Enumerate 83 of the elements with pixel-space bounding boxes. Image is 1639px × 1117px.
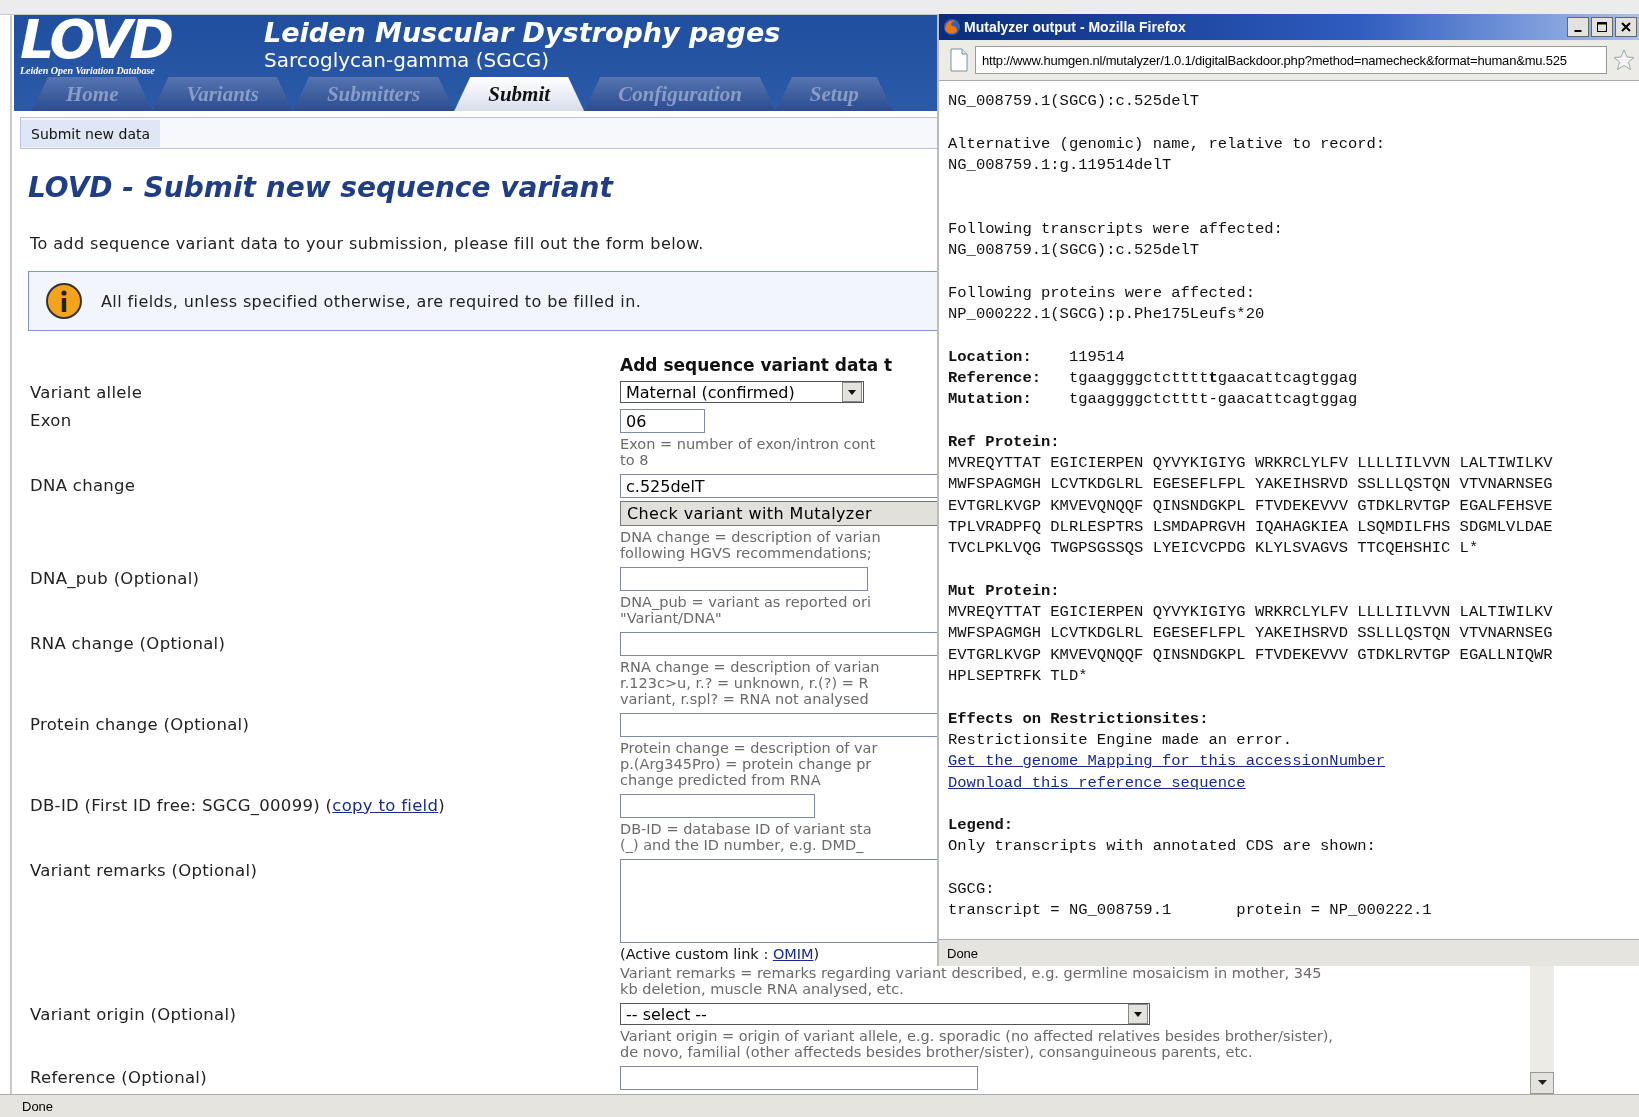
output-line: NG_008759.1(SGCG):c.525delT	[948, 240, 1201, 262]
page-icon	[949, 48, 969, 72]
output-line: TVCLPKLVQG TWGPSGSSQS LYEICVCPDG KLYLSVAGVS TTCQEHSHIC L*	[948, 538, 1480, 560]
site-title: Leiden Muscular Dystrophy pages	[264, 17, 781, 48]
field-label: Variant remarks (Optional)	[30, 860, 259, 882]
text-field[interactable]	[620, 1066, 978, 1090]
section-heading: Ref Protein:	[948, 431, 1061, 453]
field-value: 119514	[1068, 346, 1125, 368]
maximize-icon	[1597, 22, 1607, 32]
output-line: Following transcripts were affected:	[948, 218, 1284, 240]
output-line: Alternative (genomic) name, relative to record:	[948, 133, 1387, 155]
output-line: MVREQYTTAT EGICIERPEN QYVYKIGIYG WRKRCLYLFV LLLLIILVVN LALTIWILKV	[948, 602, 1554, 624]
field-label: Mutation:	[948, 389, 1033, 411]
custom-link-note: (Active custom link : OMIM)	[620, 946, 820, 962]
close-icon	[1621, 22, 1631, 32]
section-heading: Legend:	[948, 815, 1015, 837]
text-field[interactable]	[620, 567, 868, 591]
minimize-icon	[1574, 29, 1582, 32]
output-line: Restrictionsite Engine made an error.	[948, 729, 1294, 751]
field-label: Exon	[30, 410, 73, 432]
address-field[interactable]: http://www.humgen.nl/mutalyzer/1.0.1/digitalBackdoor.php?method=namecheck&format=human&mu.525	[975, 46, 1607, 74]
field-label: Variant allele	[30, 382, 144, 403]
info-icon	[45, 282, 83, 320]
help-text: Protein change = description of var p.(Arg345Pro) = protein change pr change predicted from RNA	[620, 740, 878, 788]
field-label: DNA change	[30, 475, 137, 497]
maximize-button[interactable]	[1591, 17, 1613, 37]
site-subtitle: Sarcoglycan-gamma (SGCG)	[264, 48, 550, 72]
field-label: Reference:	[948, 367, 1042, 389]
output-line: SGCG:	[948, 879, 996, 900]
nav-tab[interactable]: Submit	[454, 77, 585, 111]
output-line: protein = NP_000222.1	[1236, 900, 1432, 922]
field-label: Protein change (Optional)	[30, 714, 251, 736]
close-button[interactable]	[1615, 17, 1637, 37]
help-text: Variant remarks = remarks regarding variant described, e.g. germline mosaicism in mother, 345 kb deletion, muscle RNA analysed, etc.	[620, 965, 1322, 997]
text-field[interactable]: 06	[620, 409, 705, 433]
copy-link[interactable]: copy to field	[332, 796, 439, 815]
form-heading: Add sequence variant data t	[620, 355, 893, 375]
help-text: Exon = number of exon/intron cont to 8	[620, 436, 876, 468]
field-label: RNA change (Optional)	[30, 633, 227, 655]
field-value: tgaaggggctctttttgaacattcagtggag	[1068, 367, 1358, 389]
dropdown[interactable]: Maternal (confirmed)	[620, 381, 864, 403]
help-text: DNA change = description of varian following HGVS recommendations;	[620, 529, 881, 561]
field-label: Location:	[948, 346, 1033, 368]
breadcrumb[interactable]: Submit new data	[21, 119, 161, 147]
output-link[interactable]: Get the genome Mapping for this accessionNumber	[948, 752, 1386, 771]
logo: LOVD	[20, 15, 173, 65]
scroll-down-button[interactable]	[1530, 1072, 1554, 1094]
intro-text: To add sequence variant data to your submission, please fill out the form below.	[30, 234, 704, 253]
field-label: Variant origin (Optional)	[30, 1004, 238, 1026]
help-text: Variant origin = origin of variant allele, e.g. sporadic (no affected relatives besides brother/sister), de novo, familial (other affecteds besides brother/sister), consanguineous parents, etc.	[620, 1028, 1333, 1060]
field-value: tgaaggggctctttt-gaacattcagtggag	[1068, 389, 1358, 411]
omim-link[interactable]: OMIM	[772, 946, 814, 962]
section-heading: Mut Protein:	[948, 580, 1061, 602]
down-arrow-icon	[1537, 1080, 1547, 1086]
output-line: NP_000222.1(SGCG):p.Phe175Leufs*20	[948, 303, 1266, 325]
text-field[interactable]	[620, 794, 815, 818]
output-line: transcript = NG_008759.1	[948, 900, 1173, 922]
output-line: MWFSPAGMGH LCVTKDGLRL EGESEFLFPL YAKEIHSRVD SSLLLQSTQN VTVNARNSEG	[948, 623, 1554, 645]
field-label: DNA_pub (Optional)	[30, 568, 201, 590]
notice-text: All fields, unless specified otherwise, are required to be filled in.	[101, 291, 642, 311]
output-line: MVREQYTTAT EGICIERPEN QYVYKIGIYG WRKRCLYLFV LLLLIILVVN LALTIWILKV	[948, 453, 1554, 475]
status-text: Done	[947, 945, 979, 961]
field-label: Reference (Optional)	[30, 1067, 208, 1089]
help-text: DB-ID = database ID of variant sta (_) and the ID number, e.g. DMD_	[620, 821, 872, 853]
browser-icon	[943, 18, 961, 36]
help-text: DNA_pub = variant as reported ori "Variant/DNA"	[620, 594, 871, 626]
window-title: Mutalyzer output - Mozilla Firefox	[964, 19, 1186, 35]
page-title: LOVD - Submit new sequence variant	[28, 171, 613, 204]
output-link[interactable]: Download this reference sequence	[948, 773, 1246, 792]
help-text: RNA change = description of varian r.123c>u, r.? = unknown, r.(?) = R variant, r.spl? = RNA not analysed	[620, 659, 880, 707]
logo-subtitle: Leiden Open Variation Database	[20, 65, 156, 76]
section-heading: Effects on Restrictionsites:	[948, 708, 1210, 730]
dropdown[interactable]: -- select --	[620, 1003, 1150, 1025]
field-label: DB-ID (First ID free: SGCG_00099) (copy to field)	[30, 795, 446, 817]
output-line: NG_008759.1:g.119514delT	[948, 154, 1173, 176]
status-text: Done	[22, 1098, 54, 1114]
output-line: EVTGRLKVGP KMVEVQNQQF QINSNDGKPL FTVDEKEVVV GTDKLRVTGP EGALLNIQWR	[948, 644, 1554, 666]
output-line: NG_008759.1(SGCG):c.525delT	[948, 91, 1201, 112]
minimize-button[interactable]	[1567, 17, 1589, 37]
output-line: Following proteins were affected:	[948, 282, 1256, 304]
output-line: HPLSEPTRFK TLD*	[948, 666, 1089, 687]
output-line: Only transcripts with annotated CDS are shown:	[948, 836, 1377, 858]
star-icon[interactable]	[1613, 49, 1635, 71]
